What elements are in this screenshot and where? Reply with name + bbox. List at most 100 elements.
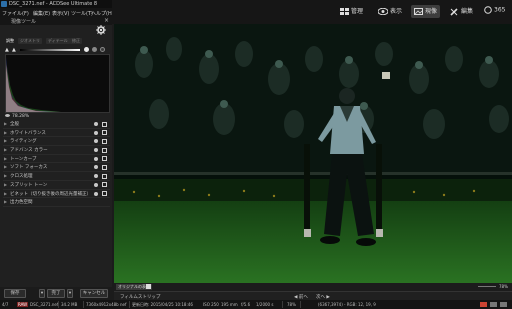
mode-view-button[interactable]: 表示 — [378, 6, 402, 17]
tab-adjust[interactable]: 調整 — [4, 38, 16, 44]
expand-arrow-icon[interactable]: ▶ — [4, 164, 7, 169]
histogram-graph — [6, 57, 61, 112]
status-shutter: 1/2000 s — [256, 302, 274, 307]
gear-icon[interactable] — [96, 25, 106, 35]
tool-row-output-color-space[interactable]: ▶ 出力色空間 — [3, 198, 110, 207]
expand-arrow-icon[interactable]: ▶ — [4, 138, 7, 143]
tool-gear-icon[interactable] — [94, 182, 98, 187]
expand-arrow-icon[interactable]: ▶ — [4, 182, 7, 187]
status-dimensions: 7360x4912x48b nef — [86, 302, 127, 307]
image-viewer[interactable] — [114, 24, 512, 283]
zoom-readout: 78.28% — [5, 114, 29, 119]
tool-gear-icon[interactable] — [94, 130, 98, 135]
tool-checkbox[interactable] — [102, 173, 107, 179]
panel-header: 現像ツール × — [0, 17, 112, 25]
tool-checkbox[interactable] — [102, 182, 107, 188]
tool-label: 全般 — [10, 122, 19, 127]
tool-label: アドバンス カラー — [10, 148, 48, 154]
histogram-controls: ▲ ▲ — [4, 46, 110, 54]
close-icon[interactable]: × — [104, 17, 109, 24]
tool-label: 出力色空間 — [10, 200, 33, 206]
tool-checkbox[interactable] — [102, 191, 107, 196]
menu-tools[interactable]: ツール(T) — [71, 10, 93, 17]
expand-arrow-icon[interactable]: ▶ — [4, 121, 7, 126]
tool-gear-icon[interactable] — [94, 191, 98, 196]
cancel-button[interactable]: キャンセル — [80, 289, 108, 298]
tool-label: ビネット（切り抜き後の周辺光量補正） — [10, 191, 91, 197]
mode-manage-button[interactable]: 管理 — [340, 6, 363, 17]
preview-eye-icon[interactable] — [5, 114, 10, 117]
tool-row-vignette[interactable]: ▶ ビネット（切り抜き後の周辺光量補正） — [3, 190, 110, 199]
flag-icon[interactable] — [480, 302, 487, 307]
expand-arrow-icon[interactable]: ▶ — [4, 191, 7, 196]
tool-row-white-balance[interactable]: ▶ ホワイトバランス — [3, 129, 110, 138]
cloud-365-icon — [484, 6, 492, 14]
black-dot-icon[interactable] — [100, 47, 105, 52]
tone-gradient — [20, 49, 80, 51]
tool-gear-icon[interactable] — [94, 165, 98, 170]
tool-row-lighting[interactable]: ▶ ライティング — [3, 137, 110, 147]
tab-repair[interactable]: 修正 — [70, 38, 82, 44]
tool-checkbox[interactable] — [102, 130, 107, 136]
tool-gear-icon[interactable] — [94, 156, 98, 161]
tab-geometry[interactable]: ジオメトリ — [18, 38, 42, 44]
zoom-slider[interactable] — [478, 286, 496, 287]
grid-icon[interactable] — [490, 302, 497, 307]
tool-checkbox[interactable] — [102, 121, 107, 127]
tool-checkbox[interactable] — [102, 164, 107, 170]
menu-file[interactable]: ファイル(F) — [2, 10, 29, 17]
mode-edit-button[interactable]: 編集 — [450, 6, 473, 17]
mode-365-button[interactable]: 365 — [484, 6, 505, 17]
tool-checkbox[interactable] — [102, 156, 107, 162]
tool-label: スプリット トーン — [10, 182, 48, 188]
viewer-toolbar: オリジナルの表示 78% — [114, 283, 512, 291]
tool-list: ▶ 全般 ▶ ホワイトバランス ▶ ライティング ▶ アドバンス カラー ▶ トーンカーブ… — [3, 120, 110, 207]
white-dot-icon[interactable] — [84, 47, 89, 52]
gray-dot-icon[interactable] — [92, 47, 97, 52]
tool-checkbox[interactable] — [102, 147, 107, 153]
status-pixel-info: (6367,3974) - RGB: 12, 19, 9 — [318, 302, 376, 307]
mode-develop-button[interactable]: 現像 — [411, 5, 441, 18]
window-title: DSC_3271.nef - ACDSee Ultimate 8 — [9, 1, 98, 7]
mode-develop-label: 現像 — [425, 8, 438, 15]
save-button[interactable]: 保存 — [4, 289, 26, 298]
status-filesize: 34.2 MB — [61, 302, 78, 307]
done-button[interactable]: 完了 — [47, 289, 65, 298]
tool-label: クロス処理 — [10, 174, 33, 180]
done-options-arrow-button[interactable]: ▾ — [67, 289, 73, 298]
menu-help[interactable]: ヘルプ(H) — [91, 10, 114, 17]
tool-checkbox[interactable] — [102, 138, 107, 144]
tool-row-split-tone[interactable]: ▶ スプリット トーン — [3, 181, 110, 190]
tool-row-advanced-color[interactable]: ▶ アドバンス カラー — [3, 146, 110, 155]
expand-arrow-icon[interactable]: ▶ — [4, 156, 7, 161]
divider — [129, 301, 130, 308]
panel-header-label: 現像ツール — [11, 19, 37, 25]
tool-gear-icon[interactable] — [94, 148, 98, 153]
expand-arrow-icon[interactable]: ▶ — [4, 173, 7, 178]
tool-row-tone-curve[interactable]: ▶ トーンカーブ — [3, 155, 110, 164]
show-original-checkbox[interactable] — [146, 284, 151, 289]
menu-view[interactable]: 表示(V) — [52, 10, 69, 17]
tab-detail[interactable]: ディテール — [46, 38, 70, 44]
expand-arrow-icon[interactable]: ▶ — [4, 147, 7, 152]
tool-gear-icon[interactable] — [94, 139, 98, 144]
status-modified: 更新日時: 2015/04/25 10:18:46 — [132, 302, 193, 307]
tool-row-cross-process[interactable]: ▶ クロス処理 — [3, 172, 110, 181]
tool-gear-icon[interactable] — [94, 174, 98, 179]
expand-arrow-icon[interactable]: ▶ — [4, 130, 7, 135]
save-options-arrow-button[interactable]: ▾ — [39, 289, 45, 298]
fullscreen-icon[interactable] — [500, 302, 507, 307]
divider — [300, 301, 301, 308]
mode-manage-label: 管理 — [351, 8, 364, 15]
expand-arrow-icon[interactable]: ▶ — [4, 199, 7, 204]
status-iso: ISO 250 — [203, 302, 219, 307]
highlight-clip-icon[interactable]: ▲ — [12, 47, 16, 53]
menu-edit[interactable]: 編集(E) — [33, 10, 50, 17]
tool-row-soft-focus[interactable]: ▶ ソフト フォーカス — [3, 163, 110, 173]
zoom-level[interactable]: 78% — [499, 284, 508, 289]
shadow-clip-icon[interactable]: ▲ — [5, 47, 9, 53]
status-fstop: f/5.6 — [241, 302, 251, 307]
tool-row-general[interactable]: ▶ 全般 — [3, 120, 110, 129]
status-focal: 195 mm — [221, 302, 238, 307]
tool-gear-icon[interactable] — [94, 122, 98, 126]
